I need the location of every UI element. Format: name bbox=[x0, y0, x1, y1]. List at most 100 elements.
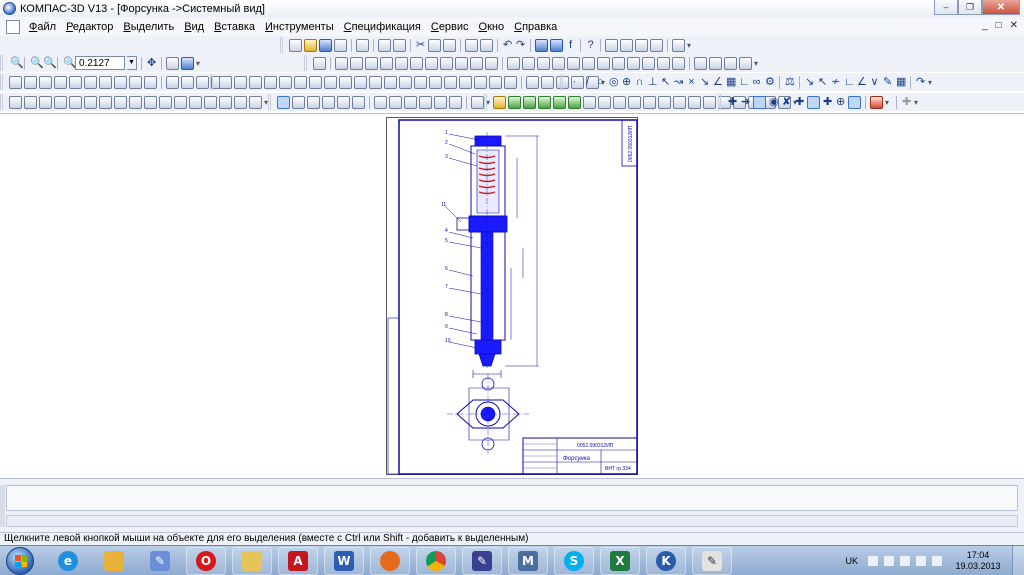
spring-icon[interactable] bbox=[553, 95, 566, 109]
doc-restore-button[interactable]: □ bbox=[996, 20, 1002, 31]
hide-icon[interactable]: ✚ bbox=[901, 96, 912, 109]
nurbs-icon[interactable] bbox=[354, 75, 367, 89]
ortho-mode-icon[interactable] bbox=[753, 95, 766, 109]
aux-line-icon[interactable] bbox=[24, 75, 37, 89]
magnet-icon[interactable] bbox=[870, 95, 883, 109]
cut-icon[interactable]: ✂ bbox=[415, 39, 426, 52]
snap-intersect-icon[interactable]: × bbox=[686, 76, 697, 89]
tray-arrow-icon[interactable] bbox=[868, 556, 878, 566]
start-button[interactable] bbox=[6, 547, 34, 575]
show-desktop-button[interactable] bbox=[1012, 546, 1024, 575]
snap-line-icon[interactable]: / bbox=[582, 76, 593, 89]
zoom-dropdown-icon[interactable]: ▼ bbox=[127, 56, 137, 70]
position-icon[interactable] bbox=[54, 95, 67, 109]
dynamic-search-icon[interactable] bbox=[848, 95, 861, 109]
menu-select[interactable]: Выделить bbox=[118, 21, 179, 33]
snap-mid-icon[interactable]: ↝ bbox=[673, 76, 684, 89]
property-panel-grip[interactable] bbox=[0, 485, 5, 527]
library-icon[interactable] bbox=[493, 95, 506, 109]
tolerance-edit-icon[interactable] bbox=[389, 95, 402, 109]
tangent-line-icon[interactable] bbox=[219, 75, 232, 89]
object-icon[interactable] bbox=[410, 56, 423, 70]
manager-icon[interactable] bbox=[480, 38, 493, 52]
print-setup-icon[interactable] bbox=[393, 38, 406, 52]
tree-icon[interactable] bbox=[650, 38, 663, 52]
insert-fragment-icon[interactable] bbox=[455, 56, 468, 70]
preview-icon[interactable] bbox=[378, 38, 391, 52]
taskbar-skype[interactable]: S bbox=[554, 547, 594, 575]
break-line-icon[interactable] bbox=[504, 75, 517, 89]
menu-insert[interactable]: Вставка bbox=[209, 21, 260, 33]
copy-properties-icon[interactable] bbox=[465, 38, 478, 52]
weld-icon[interactable] bbox=[189, 95, 202, 109]
snap-options-icon[interactable]: ⚙ bbox=[764, 76, 775, 89]
wavy-icon[interactable] bbox=[219, 95, 232, 109]
snap-center-icon[interactable]: ○ bbox=[595, 76, 606, 89]
zoom-scale-icon[interactable]: 🔍 bbox=[62, 57, 77, 70]
collect-contour-icon[interactable] bbox=[474, 75, 487, 89]
taskbar-pen-tool[interactable]: ✎ bbox=[462, 547, 502, 575]
view-icon[interactable] bbox=[425, 56, 438, 70]
snap-edge-icon[interactable]: ∟ bbox=[843, 76, 855, 89]
snap-tangent-icon[interactable]: ◎ bbox=[608, 76, 619, 89]
taskbar-kompas[interactable]: K bbox=[646, 547, 686, 575]
language-indicator[interactable]: UK bbox=[845, 556, 858, 566]
zoom-in-icon[interactable]: 🔍 bbox=[29, 57, 44, 70]
roughness-icon[interactable] bbox=[9, 95, 22, 109]
refresh-icon[interactable] bbox=[181, 56, 194, 70]
target-icon[interactable]: ⊕ bbox=[835, 96, 846, 109]
horizontal-line-icon[interactable] bbox=[279, 75, 292, 89]
magnet-dropdown-icon[interactable]: ▾ bbox=[885, 96, 892, 109]
bearing-icon[interactable] bbox=[523, 95, 536, 109]
text-icon[interactable] bbox=[144, 95, 157, 109]
doc-minimize-button[interactable]: _ bbox=[982, 20, 988, 31]
taskbar-ie[interactable]: e bbox=[48, 547, 88, 575]
taskbar-paint[interactable]: ✎ bbox=[692, 547, 732, 575]
center-mark-icon[interactable] bbox=[174, 95, 187, 109]
bisector-icon[interactable] bbox=[264, 75, 277, 89]
rectangle-icon[interactable] bbox=[129, 75, 142, 89]
zoom-window-icon[interactable]: 🔍 bbox=[9, 57, 24, 70]
move-icon[interactable] bbox=[582, 56, 595, 70]
snap-line-end-icon[interactable]: ↘ bbox=[804, 76, 815, 89]
menu-specification[interactable]: Спецификация bbox=[339, 21, 426, 33]
menu-view[interactable]: Вид bbox=[179, 21, 209, 33]
taskbar-opera[interactable]: O bbox=[186, 547, 226, 575]
close-button[interactable]: ✕ bbox=[982, 0, 1020, 15]
scale-icon[interactable] bbox=[552, 56, 565, 70]
spec-sheet-icon[interactable] bbox=[335, 56, 348, 70]
library-manager-icon[interactable] bbox=[535, 38, 548, 52]
chamfer-icon[interactable] bbox=[166, 75, 179, 89]
report-icon[interactable] bbox=[350, 56, 363, 70]
parallel-line-icon[interactable] bbox=[234, 75, 247, 89]
toolbar-overflow-icon[interactable]: ▾ bbox=[914, 96, 921, 109]
polyline-icon[interactable] bbox=[114, 75, 127, 89]
menu-file[interactable]: Файл bbox=[24, 21, 61, 33]
drawing-area[interactable]: 0052.090312ИП 1 2 3 11 4 5 6 7 8 9 10 00… bbox=[0, 113, 1024, 478]
show-all-icon[interactable] bbox=[166, 56, 179, 70]
taskbar-file-manager[interactable] bbox=[232, 547, 272, 575]
save-all-icon[interactable] bbox=[334, 38, 347, 52]
snap-midpoint-icon[interactable]: ∨ bbox=[869, 76, 880, 89]
variables-icon[interactable] bbox=[550, 38, 563, 52]
fillet-icon[interactable] bbox=[181, 75, 194, 89]
edit-points-icon[interactable] bbox=[292, 95, 305, 109]
taskbar-explorer[interactable] bbox=[94, 547, 134, 575]
hatch-edit-icon[interactable] bbox=[337, 95, 350, 109]
volume-icon[interactable] bbox=[932, 556, 942, 566]
centerline-icon[interactable] bbox=[429, 75, 442, 89]
array-icon[interactable] bbox=[567, 56, 580, 70]
explode-icon[interactable] bbox=[672, 56, 685, 70]
reference-icon[interactable] bbox=[485, 56, 498, 70]
offset-icon[interactable] bbox=[399, 75, 412, 89]
circle-tangent-icon[interactable] bbox=[339, 75, 352, 89]
menu-tools[interactable]: Инструменты bbox=[260, 21, 339, 33]
taskbar-mathcad[interactable]: M bbox=[508, 547, 548, 575]
toolbar-overflow-icon[interactable]: ▾ bbox=[754, 57, 761, 70]
hole-icon[interactable] bbox=[598, 95, 611, 109]
measure-icon[interactable] bbox=[507, 56, 520, 70]
snap-align-icon[interactable]: ▦ bbox=[895, 76, 906, 89]
properties-icon[interactable] bbox=[620, 38, 633, 52]
parametrize-icon[interactable] bbox=[709, 56, 722, 70]
snap-quadrant-icon[interactable]: ⊕ bbox=[621, 76, 632, 89]
